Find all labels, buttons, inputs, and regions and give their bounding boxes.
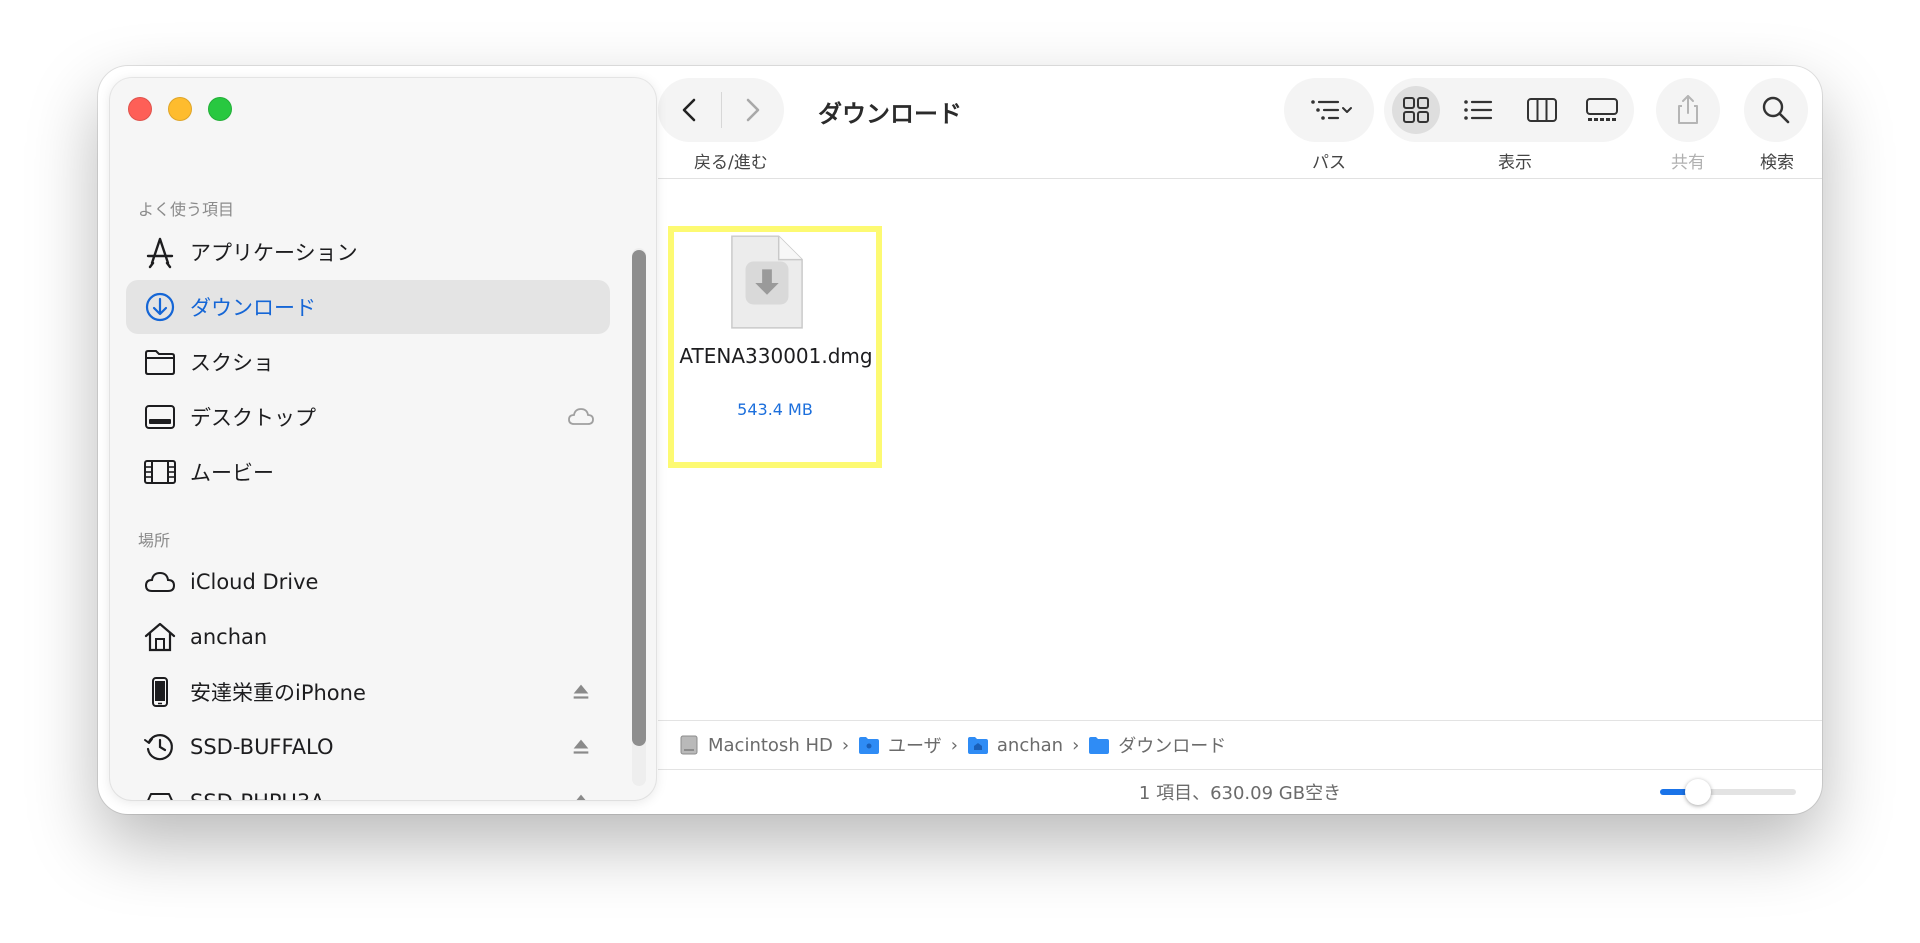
sidebar-item-iphone[interactable]: 安達栄重のiPhone [126,665,610,719]
path-separator-icon: › [841,734,850,756]
locations-section-title: 場所 [138,531,171,550]
home-icon [140,617,180,657]
window-title: ダウンロード [818,100,962,128]
sidebar-item-applications[interactable]: アプリケーション [126,225,610,279]
list-view-button[interactable] [1454,86,1502,134]
path-button[interactable] [1302,86,1360,134]
downloads-folder-icon [1089,737,1110,754]
sidebar-item-downloads[interactable]: ダウンロード [126,280,610,334]
path-crumb-anchan[interactable]: anchan [967,735,1063,756]
desktop-icon [140,397,180,437]
sidebar-item-label: SSD-PHPU3A [190,790,566,800]
hard-drive-icon [680,735,698,755]
external-drive-icon [140,782,180,800]
back-button[interactable] [670,90,710,130]
iphone-icon [140,672,180,712]
film-icon [140,452,180,492]
file-name: ATENA330001.dmg [679,344,873,368]
list-icon [1464,100,1493,120]
back-forward-control [658,78,784,142]
sidebar-item-icloud-drive[interactable]: iCloud Drive [126,555,610,609]
column-view-button[interactable] [1518,86,1566,134]
download-icon [140,287,180,327]
sidebar-item-label: デスクトップ [190,406,316,430]
slider-knob[interactable] [1685,779,1712,805]
nav-divider [721,92,722,128]
path-crumb-label: ダウンロード [1118,736,1227,757]
sidebar-item-screenshots[interactable]: スクショ [126,335,610,389]
icloud-icon [566,402,596,432]
icloud-icon [140,562,180,602]
path-crumb-label: ユーザ [888,736,942,757]
favorites-section-title: よく使う項目 [138,200,235,219]
forward-button[interactable] [732,90,772,130]
file-item[interactable]: ATENA330001.dmg 543.4 MB [668,226,882,468]
close-window-button[interactable] [128,97,152,121]
minimize-window-button[interactable] [168,97,192,121]
gallery-icon [1586,98,1618,121]
eject-icon[interactable] [566,787,596,800]
search-button[interactable] [1752,86,1800,134]
applications-icon [140,232,180,272]
path-crumb-downloads[interactable]: ダウンロード [1088,732,1226,758]
sidebar-item-label: 安達栄重のiPhone [190,681,366,705]
time-machine-icon [140,727,180,767]
sidebar-item-desktop[interactable]: デスクトップ [126,390,610,444]
path-crumb-label: anchan [996,734,1064,756]
icon-view-button[interactable] [1392,86,1440,134]
finder-window: 戻る/進む ダウンロード パス 表示 共有 検索 ATENA330001.dmg… [98,66,1822,814]
sidebar-item-anchan[interactable]: anchan [126,610,610,664]
sidebar-item-label: anchan [190,625,268,649]
sidebar-item-label: アプリケーション [190,241,358,265]
list-path-icon [1311,100,1352,120]
sidebar: よく使う項目 アプリケーション ダウンロード スクショ デスクトップ ムービー … [110,78,656,800]
dmg-file-icon [731,235,803,329]
path-label: パス [1312,153,1346,173]
path-crumb-users[interactable]: ユーザ [858,732,942,758]
search-label: 検索 [1760,153,1794,173]
path-bar: Macintosh HD › ユーザ › anchan › ダウンロード [658,720,1822,770]
path-crumb-macintosh-hd[interactable]: Macintosh HD [678,735,833,756]
sidebar-item-label: スクショ [190,351,274,375]
sidebar-item-movies[interactable]: ムービー [126,445,610,499]
search-control [1744,78,1808,142]
back-forward-label: 戻る/進む [694,153,768,173]
path-separator-icon: › [950,734,958,756]
home-folder-icon [967,737,988,754]
chevron-right-icon [746,98,760,122]
eject-icon[interactable] [566,732,596,762]
view-control [1384,78,1634,142]
users-folder-icon [859,737,880,754]
grid-icon [1403,97,1429,123]
path-crumb-label: Macintosh HD [708,734,833,756]
sidebar-item-label: ダウンロード [190,296,316,320]
chevron-left-icon [682,98,696,122]
share-control [1656,78,1720,142]
columns-icon [1527,98,1557,122]
view-label: 表示 [1498,153,1532,173]
icon-size-slider[interactable] [1660,779,1796,805]
zoom-window-button[interactable] [208,97,232,121]
path-separator-icon: › [1072,734,1080,756]
eject-icon[interactable] [566,677,596,707]
sidebar-item-ssd-buffalo[interactable]: SSD-BUFFALO [126,720,610,774]
sidebar-item-label: iCloud Drive [190,570,319,594]
folder-icon [140,342,180,382]
path-control [1284,78,1374,142]
sidebar-scroll-thumb[interactable] [632,250,646,746]
search-icon [1762,96,1790,124]
status-text: 1 項目、630.09 GB空き [1138,782,1342,804]
file-size: 543.4 MB [737,400,813,419]
sidebar-item-label: ムービー [190,461,274,485]
sidebar-item-ssd-phpu3a[interactable]: SSD-PHPU3A [126,775,610,800]
share-icon [1678,95,1698,124]
sidebar-item-label: SSD-BUFFALO [190,735,334,759]
share-label: 共有 [1671,153,1705,173]
share-button[interactable] [1664,86,1712,134]
gallery-view-button[interactable] [1578,86,1626,134]
